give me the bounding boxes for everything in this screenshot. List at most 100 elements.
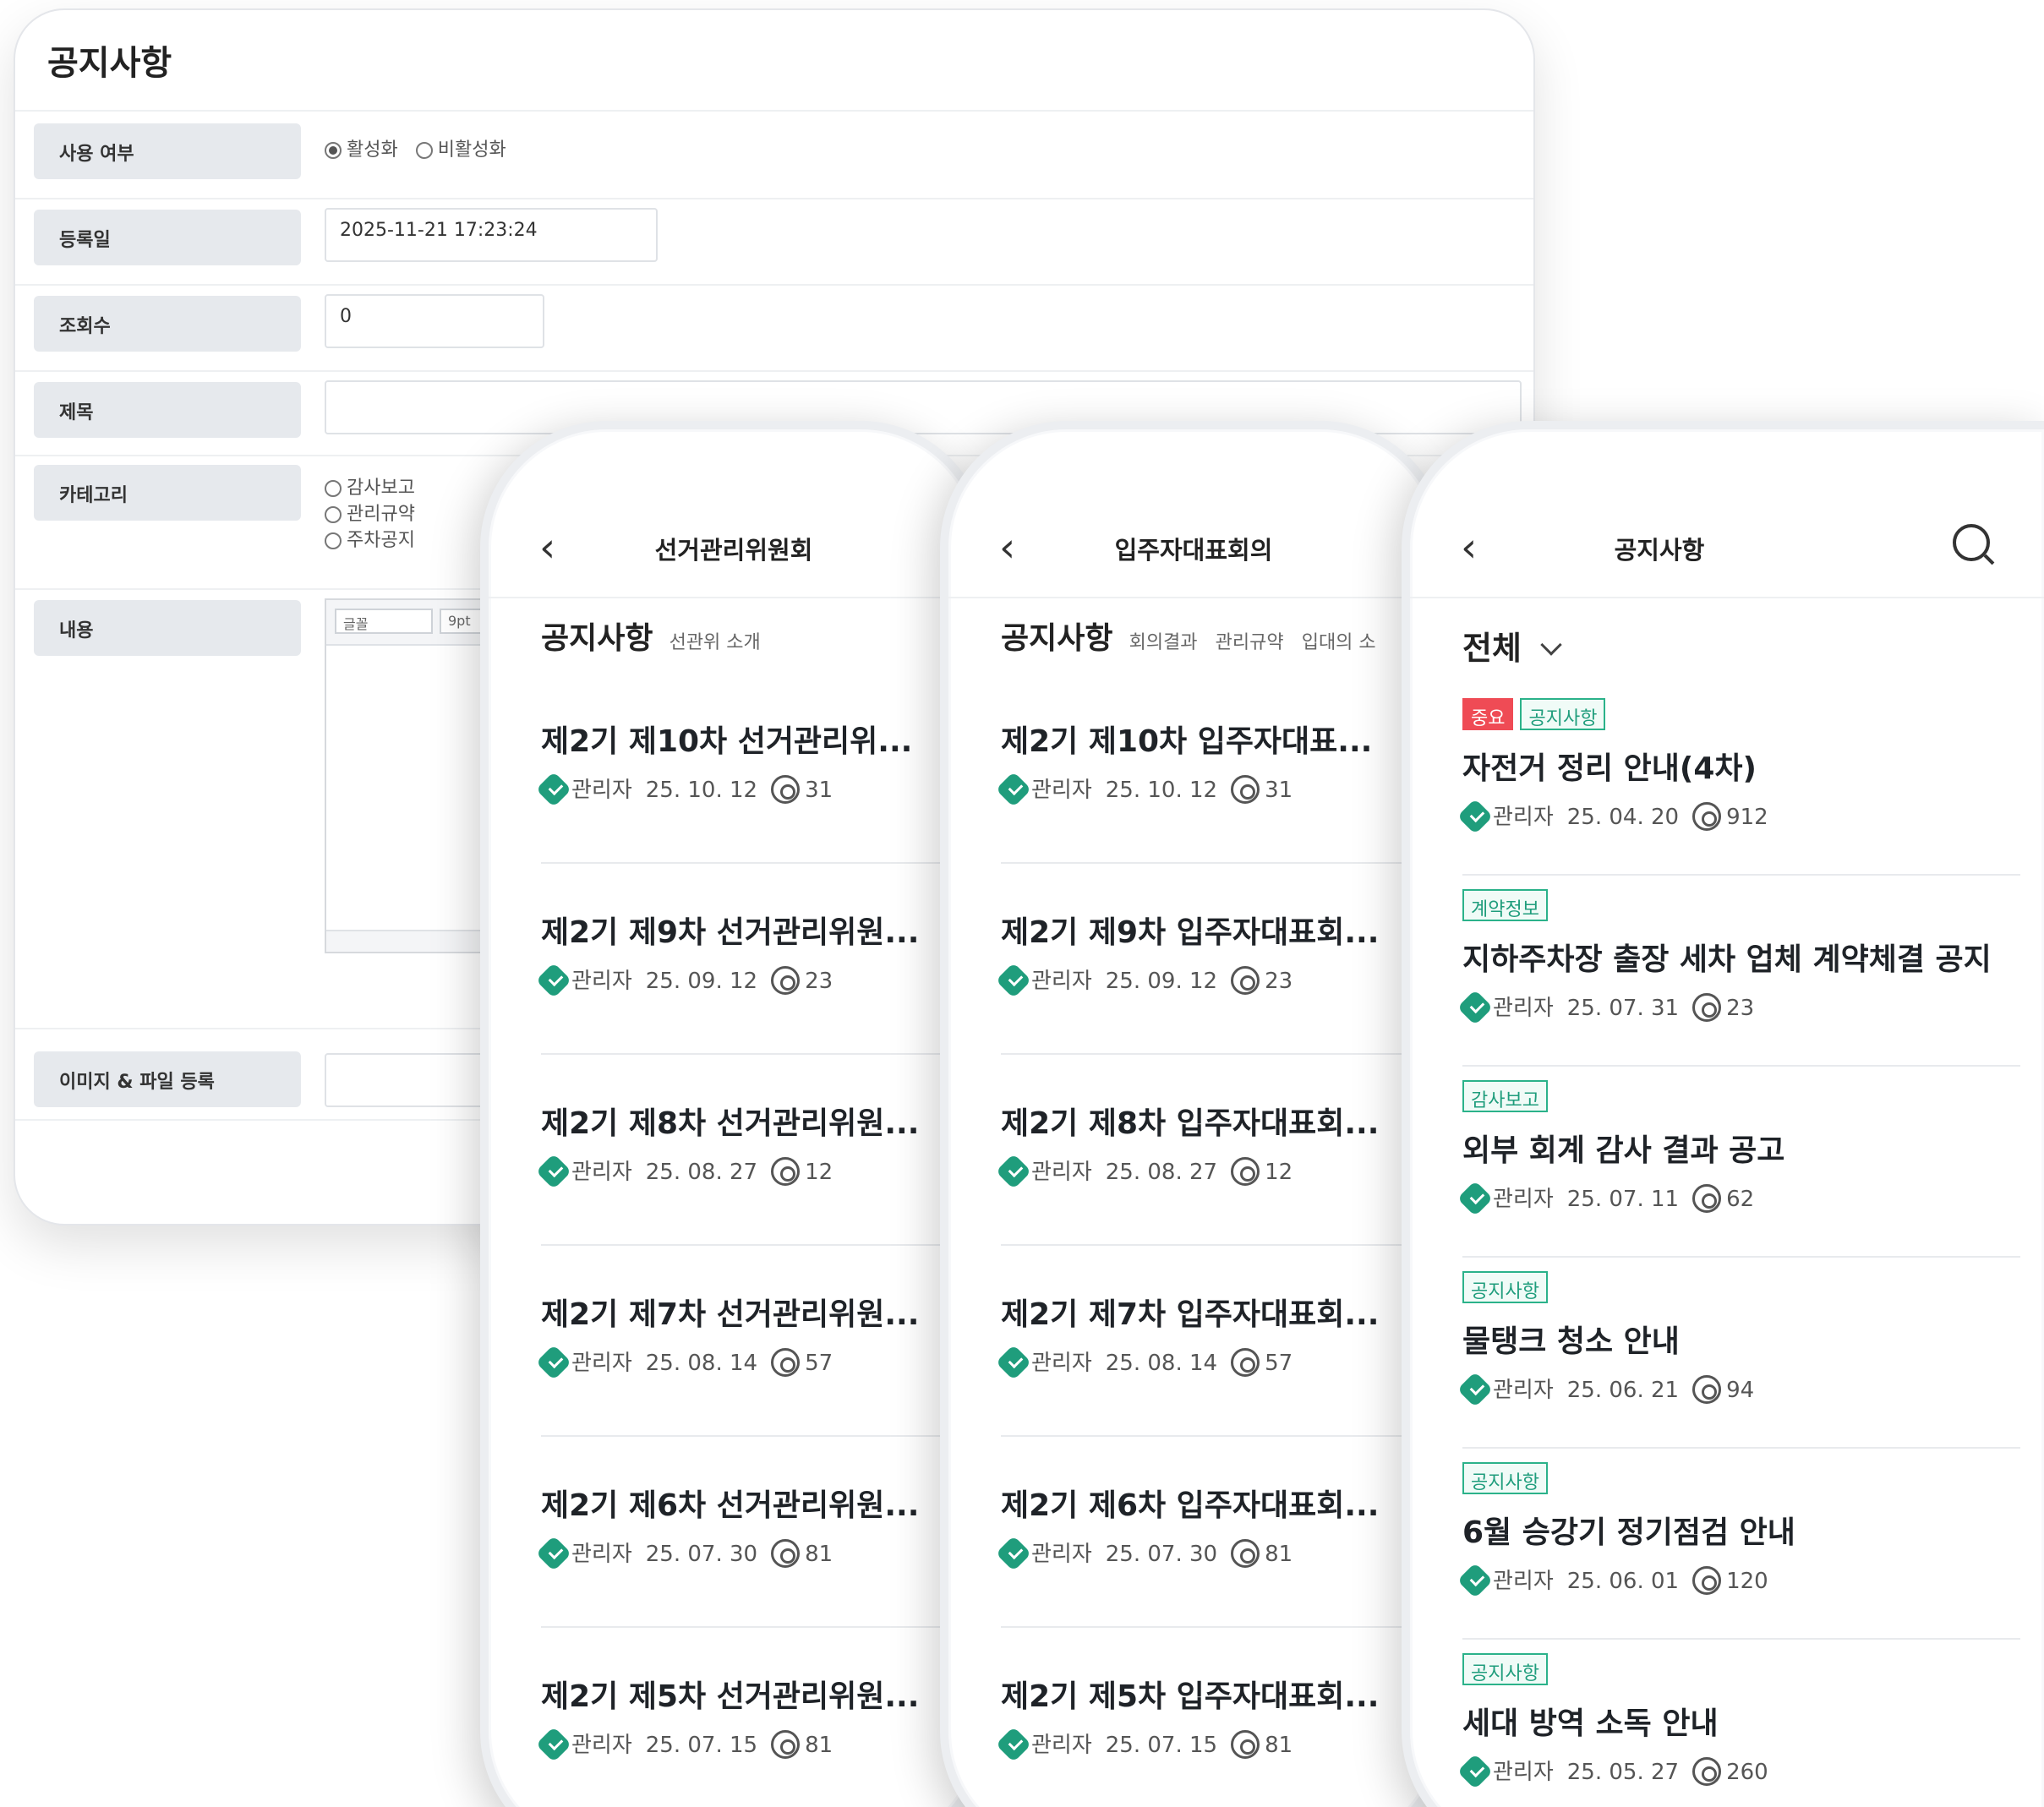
post-meta: 관리자 25. 10. 12 31: [535, 771, 955, 808]
list-item[interactable]: 제2기 제6차 선거관리위원... 관리자 25. 07. 30 81: [535, 1481, 955, 1628]
eye-icon: [1692, 1184, 1722, 1213]
post-meta: 관리자 25. 06. 01 120: [1456, 1562, 2020, 1599]
list-item[interactable]: 제2기 제9차 선거관리위원... 관리자 25. 09. 12 23: [535, 908, 955, 1055]
post-title: 제2기 제6차 입주자대표회...: [1001, 1488, 1380, 1523]
eye-icon: [1231, 1539, 1260, 1568]
admin-title: 공지사항: [47, 44, 172, 83]
eye-icon: [1231, 1157, 1260, 1186]
phone-residents-council: ‹ 입주자대표회의 공지사항 회의결과 관리규약 입대의 소 제2기 제10차 …: [940, 421, 1447, 1807]
radio-active[interactable]: 활성화: [325, 139, 398, 161]
tag-category: 계약정보: [1462, 889, 1548, 921]
label-subject: 제목: [34, 382, 301, 438]
tab-notice[interactable]: 공지사항: [541, 621, 653, 656]
list-item[interactable]: 공지사항 6월 승강기 정기점검 안내 관리자 25. 06. 01 120: [1456, 1462, 2020, 1640]
category-filter-dropdown[interactable]: 전체: [1462, 622, 1562, 669]
radio-inactive[interactable]: 비활성화: [415, 139, 506, 161]
tag-category: 공지사항: [1520, 698, 1606, 730]
post-meta: 관리자 25. 07. 11 62: [1456, 1180, 2020, 1217]
tag-category: 공지사항: [1462, 1271, 1548, 1303]
post-meta: 관리자 25. 09. 12 23: [535, 962, 955, 999]
post-title: 제2기 제8차 선거관리위원...: [541, 1106, 920, 1141]
tag-category: 공지사항: [1462, 1653, 1548, 1685]
list-item[interactable]: 제2기 제5차 선거관리위원... 관리자 25. 07. 15 81: [535, 1672, 955, 1807]
eye-icon: [771, 1348, 801, 1377]
tab-council-intro[interactable]: 입대의 소: [1302, 632, 1376, 653]
eye-icon: [1231, 775, 1260, 804]
post-title: 제2기 제6차 선거관리위원...: [541, 1488, 920, 1523]
eye-icon: [1692, 1375, 1722, 1404]
tag-category: 공지사항: [1462, 1462, 1548, 1494]
list-item[interactable]: 제2기 제10차 선거관리위... 관리자 25. 10. 12 31: [535, 717, 955, 864]
tab-committee-intro[interactable]: 선관위 소개: [669, 632, 761, 653]
list-item[interactable]: 감사보고 외부 회계 감사 결과 공고 관리자 25. 07. 11 62: [1456, 1080, 2020, 1258]
filter-label: 전체: [1462, 630, 1522, 667]
post-title: 제2기 제10차 선거관리위...: [541, 724, 913, 759]
verified-badge-icon: [995, 1535, 1032, 1572]
row-views: 조회수 0: [15, 284, 1533, 370]
post-meta: 관리자 25. 06. 21 94: [1456, 1371, 2020, 1408]
font-select[interactable]: 글꼴: [335, 609, 433, 634]
radio-category-parking[interactable]: 주차공지: [325, 527, 415, 554]
list-item[interactable]: 제2기 제5차 입주자대표회... 관리자 25. 07. 15 81: [995, 1672, 1415, 1807]
tab-meeting-results[interactable]: 회의결과: [1129, 632, 1198, 653]
post-meta: 관리자 25. 07. 15 81: [535, 1726, 955, 1763]
list-item[interactable]: 계약정보 지하주차장 출장 세차 업체 계약체결 공지 관리자 25. 07. 3…: [1456, 889, 2020, 1067]
list-item[interactable]: 공지사항 세대 방역 소독 안내 관리자 25. 05. 27 260: [1456, 1653, 2020, 1807]
post-meta: 관리자 25. 08. 27 12: [995, 1153, 1415, 1190]
post-title: 제2기 제5차 입주자대표회...: [1001, 1679, 1380, 1714]
views-field[interactable]: 0: [325, 294, 544, 348]
eye-icon: [1692, 1566, 1722, 1595]
verified-badge-icon: [1456, 1562, 1494, 1599]
category-radios: 감사보고 관리규약 주차공지: [325, 475, 415, 554]
label-reg-date: 등록일: [34, 210, 301, 265]
search-icon[interactable]: [1953, 524, 1990, 561]
post-title: 제2기 제7차 입주자대표회...: [1001, 1297, 1380, 1332]
radio-category-audit[interactable]: 감사보고: [325, 475, 415, 501]
list-item[interactable]: 제2기 제10차 입주자대표... 관리자 25. 10. 12 31: [995, 717, 1415, 864]
post-meta: 관리자 25. 09. 12 23: [995, 962, 1415, 999]
tab-bar: 공지사항 선관위 소개: [541, 614, 774, 658]
row-reg-date: 등록일 2025-11-21 17:23:24: [15, 198, 1533, 284]
post-title: 제2기 제10차 입주자대표...: [1001, 724, 1373, 759]
post-meta: 관리자 25. 08. 27 12: [535, 1153, 955, 1190]
post-title: 외부 회계 감사 결과 공고: [1462, 1133, 1785, 1168]
label-content: 내용: [34, 600, 301, 656]
radio-category-rules[interactable]: 관리규약: [325, 501, 415, 527]
chevron-down-icon: [1540, 634, 1562, 656]
post-title: 6월 승강기 정기점검 안내: [1462, 1515, 1795, 1550]
verified-badge-icon: [995, 962, 1032, 999]
verified-badge-icon: [1456, 1180, 1494, 1217]
eye-icon: [1231, 1730, 1260, 1759]
verified-badge-icon: [535, 1535, 572, 1572]
verified-badge-icon: [535, 1344, 572, 1381]
screen-title: 공지사항: [1614, 536, 1705, 565]
list-item[interactable]: 중요 공지사항 자전거 정리 안내(4차) 관리자 25. 04. 20 912: [1456, 698, 2020, 876]
tag-category: 감사보고: [1462, 1080, 1548, 1112]
list-item[interactable]: 제2기 제7차 입주자대표회... 관리자 25. 08. 14 57: [995, 1290, 1415, 1437]
verified-badge-icon: [995, 771, 1032, 808]
list-item[interactable]: 제2기 제8차 선거관리위원... 관리자 25. 08. 27 12: [535, 1099, 955, 1246]
list-item[interactable]: 제2기 제9차 입주자대표회... 관리자 25. 09. 12 23: [995, 908, 1415, 1055]
list-item[interactable]: 제2기 제8차 입주자대표회... 관리자 25. 08. 27 12: [995, 1099, 1415, 1246]
tab-management-rules[interactable]: 관리규약: [1216, 632, 1284, 653]
screen-title: 입주자대표회의: [1114, 536, 1273, 565]
post-title: 제2기 제5차 선거관리위원...: [541, 1679, 920, 1714]
eye-icon: [1692, 802, 1722, 831]
eye-icon: [771, 1730, 801, 1759]
post-title: 세대 방역 소독 안내: [1462, 1706, 1719, 1741]
eye-icon: [771, 1157, 801, 1186]
list-item[interactable]: 제2기 제6차 입주자대표회... 관리자 25. 07. 30 81: [995, 1481, 1415, 1628]
post-title: 지하주차장 출장 세차 업체 계약체결 공지: [1462, 942, 1992, 977]
reg-date-field[interactable]: 2025-11-21 17:23:24: [325, 208, 658, 262]
label-category: 카테고리: [34, 465, 301, 521]
tab-notice[interactable]: 공지사항: [1001, 621, 1112, 656]
post-meta: 관리자 25. 08. 14 57: [535, 1344, 955, 1381]
list-item[interactable]: 제2기 제7차 선거관리위원... 관리자 25. 08. 14 57: [535, 1290, 955, 1437]
post-title: 제2기 제9차 선거관리위원...: [541, 915, 920, 950]
eye-icon: [1231, 966, 1260, 995]
post-meta: 관리자 25. 07. 15 81: [995, 1726, 1415, 1763]
usage-radios: 활성화 비활성화: [325, 137, 506, 163]
post-title: 자전거 정리 안내(4차): [1462, 751, 1757, 786]
eye-icon: [1231, 1348, 1260, 1377]
list-item[interactable]: 공지사항 물탱크 청소 안내 관리자 25. 06. 21 94: [1456, 1271, 2020, 1449]
